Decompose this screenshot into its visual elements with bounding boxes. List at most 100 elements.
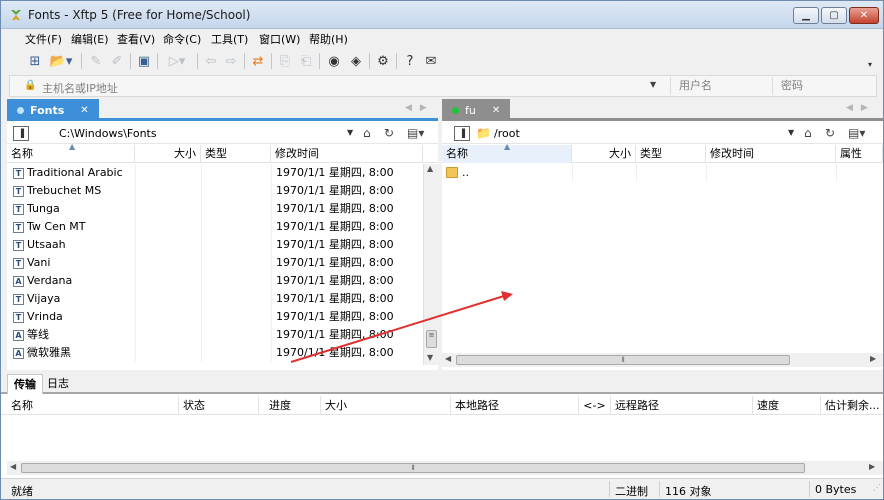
copy-icon[interactable]: ⎘ [276,52,294,70]
menu-view[interactable]: 查看(V) [117,31,155,47]
tab-log[interactable]: 日志 [41,374,75,394]
tab-scroll-arrows-icon[interactable]: ◀▶ [846,103,876,113]
table-row[interactable]: A Verdana 1970/1/1 星期四, 8:00 [7,272,438,290]
view-mode-icon[interactable]: ▤▾ [407,126,424,140]
font-tt-icon: T [13,204,24,215]
view-mode-icon[interactable]: ▤▾ [848,126,865,140]
table-row[interactable]: T Vrinda 1970/1/1 星期四, 8:00 [7,308,438,326]
table-row[interactable]: A 微软雅黑 1970/1/1 星期四, 8:00 [7,344,438,362]
scroll-right-icon[interactable]: ▶ [869,462,875,471]
close-button[interactable]: ✕ [849,7,879,24]
col-size[interactable]: 大小 [321,396,451,415]
refresh-icon[interactable]: ↻ [825,126,835,140]
menu-command[interactable]: 命令(C) [163,31,201,47]
remote-column-header: 名称 大小 类型 修改时间 属性 ▲ [442,142,883,163]
new-session-icon[interactable]: ⊞ [26,52,44,70]
tab-fu[interactable]: fu ✕ [442,99,511,121]
close-tab-icon[interactable]: ✕ [80,105,88,116]
connect-icon[interactable]: ✎ [87,52,105,70]
local-vscrollbar[interactable]: ▲ ≡ ▼ [423,164,438,365]
menu-tools[interactable]: 工具(T) [211,31,248,47]
object-count: 116 对象 [665,485,712,498]
tab-fonts[interactable]: Fonts ✕ [7,99,99,121]
host-input[interactable]: 主机名或IP地址 [42,80,118,96]
forward-arrow-icon[interactable]: ⇨ [222,52,240,70]
menu-file[interactable]: 文件(F) [25,31,62,47]
col-progress[interactable]: 进度 [259,396,321,415]
table-row[interactable]: T Utsaah 1970/1/1 星期四, 8:00 [7,236,438,254]
transfer-icon[interactable]: ▷▾ [163,52,191,70]
col-status[interactable]: 状态 [179,396,259,415]
table-row[interactable]: A 等线 1970/1/1 星期四, 8:00 [7,326,438,344]
path-dropdown-icon[interactable]: ▼ [788,128,794,137]
local-path-input[interactable]: C:\Windows\Fonts [59,125,349,143]
table-row[interactable]: .. [442,164,883,182]
tab-fu-label: fu [465,103,476,117]
sort-ascending-icon: ▲ [69,142,76,151]
paste-icon[interactable]: ⎗ [297,52,315,70]
table-row[interactable]: T Traditional Arabic 1970/1/1 星期四, 8:00 [7,164,438,182]
col-type[interactable]: 类型 [636,145,706,163]
table-row[interactable]: T Vani 1970/1/1 星期四, 8:00 [7,254,438,272]
minimize-button[interactable]: ▁ [793,7,819,24]
local-vscroll-thumb[interactable]: ≡ [426,330,437,348]
file-modified: 1970/1/1 星期四, 8:00 [276,166,394,179]
scroll-right-icon[interactable]: ▶ [870,354,876,363]
table-row[interactable]: T Tunga 1970/1/1 星期四, 8:00 [7,200,438,218]
resize-grip-icon[interactable]: ⋰ [873,483,881,497]
open-folder-icon[interactable]: 📂▾ [47,52,75,70]
panel-toggle-icon[interactable]: ▐ [13,126,29,141]
toolbar-overflow-icon[interactable]: ▾ [868,60,872,69]
remote-tabstrip: fu ✕ ◀▶ [442,98,883,121]
sync-icon[interactable]: ⇄ [249,52,267,70]
table-row[interactable]: T Vijaya 1970/1/1 星期四, 8:00 [7,290,438,308]
col-size[interactable]: 大小 [572,145,636,163]
help-icon[interactable]: ? [401,52,419,70]
remote-hscrollbar[interactable]: ◀ ⦀ ▶ [442,353,883,367]
col-remote-path[interactable]: 远程路径 [611,396,753,415]
col-eta[interactable]: 估计剩余... [821,396,883,415]
col-type[interactable]: 类型 [201,145,271,163]
menu-window[interactable]: 窗口(W) [259,31,300,47]
xshell-icon[interactable]: ◉ [325,52,343,70]
remote-panel: fu ✕ ◀▶ ▐ 📁 /root ▼ ⌂ ↻ ▤▾ 名称 大小 类型 修改时间… [442,98,883,370]
col-modified[interactable]: 修改时间 [706,145,836,163]
host-dropdown-icon[interactable]: ▼ [650,80,656,89]
properties-icon[interactable]: ▣ [135,52,153,70]
col-name[interactable]: 名称 [7,396,179,415]
gear-icon[interactable]: ⚙ [374,52,392,70]
col-modified[interactable]: 修改时间 [271,145,423,163]
transfer-hscrollbar[interactable]: ◀ ⦀ ▶ [7,461,883,475]
username-input[interactable]: 用户名 [670,77,770,95]
parent-folder-icon[interactable]: ⌂ [804,126,812,140]
col-attributes[interactable]: 属性 [836,145,883,163]
close-tab-icon[interactable]: ✕ [492,105,500,116]
menu-help[interactable]: 帮助(H) [309,31,348,47]
remote-path-input[interactable]: /root [494,125,784,143]
col-direction[interactable]: <-> [579,396,611,415]
chat-icon[interactable]: ✉ [422,52,440,70]
disconnect-icon[interactable]: ✐ [108,52,126,70]
table-row[interactable]: T Tw Cen MT 1970/1/1 星期四, 8:00 [7,218,438,236]
menu-edit[interactable]: 编辑(E) [71,31,109,47]
scroll-left-icon[interactable]: ◀ [10,462,16,471]
parent-folder-icon[interactable]: ⌂ [363,126,371,140]
scroll-down-icon[interactable]: ▼ [427,353,433,362]
maximize-button[interactable]: ▢ [821,7,847,24]
scroll-up-icon[interactable]: ▲ [427,164,433,173]
tab-scroll-arrows-icon[interactable]: ◀▶ [405,103,435,113]
col-speed[interactable]: 速度 [753,396,821,415]
col-local-path[interactable]: 本地路径 [451,396,579,415]
refresh-icon[interactable]: ↻ [384,126,394,140]
remote-hscroll-thumb[interactable]: ⦀ [456,355,790,365]
password-input[interactable]: 密码 [772,77,872,95]
panel-toggle-icon[interactable]: ▐ [454,126,470,141]
xmanager-icon[interactable]: ◈ [347,52,365,70]
back-arrow-icon[interactable]: ⇦ [202,52,220,70]
scroll-left-icon[interactable]: ◀ [445,354,451,363]
path-dropdown-icon[interactable]: ▼ [347,128,353,137]
tab-transfer[interactable]: 传输 [7,374,43,394]
transfer-hscroll-thumb[interactable]: ⦀ [21,463,805,473]
col-size[interactable]: 大小 [135,145,201,163]
table-row[interactable]: T Trebuchet MS 1970/1/1 星期四, 8:00 [7,182,438,200]
